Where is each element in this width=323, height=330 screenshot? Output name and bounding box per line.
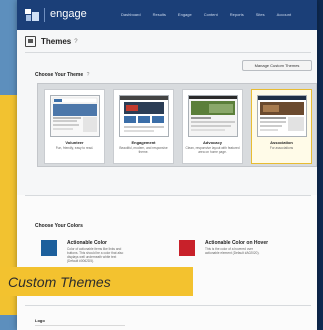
actionable-color-swatch[interactable] [41,240,57,256]
engage-logo-icon[interactable] [25,9,39,21]
nav-item-sites[interactable]: Sites [256,12,265,17]
nav-item-account[interactable]: Account [277,12,291,17]
theme-description: For associations [269,146,294,150]
brand-name[interactable]: engage [50,8,87,20]
main-nav: Dashboard Results Engage Content Reports… [121,12,303,17]
logo-section-title: Logo [35,318,45,323]
theme-card-engagement[interactable]: Engagement Beautiful, modern, and respon… [113,89,174,164]
theme-name: Engagement [131,140,156,145]
theme-card-advocacy[interactable]: Advocacy Clean, responsive layout with f… [182,89,243,164]
logo-section-text [35,325,125,326]
theme-preview-advocacy [188,95,238,137]
theme-preview-engagement [119,95,169,137]
theme-name: Advocacy [203,140,222,145]
logo-divider [44,8,45,22]
theme-gallery: Volunteer Fun, friendly, easy to read. E… [37,83,317,167]
actionable-color-label: Actionable Color [67,240,108,246]
theme-description: Fun, friendly, easy to read. [55,146,94,150]
theme-card-association[interactable]: Association For associations [251,89,312,164]
nav-item-results[interactable]: Results [153,12,166,17]
lower-content [17,195,317,330]
nav-item-dashboard[interactable]: Dashboard [121,12,141,17]
actionable-color-description: Color of actionable items like links and… [67,247,124,263]
top-navigation-bar: engage Dashboard Results Engage Content … [17,0,317,30]
theme-preview-volunteer [50,95,100,137]
theme-preview-association [257,95,307,137]
theme-card-volunteer[interactable]: Volunteer Fun, friendly, easy to read. [44,89,105,164]
manage-custom-themes-button[interactable]: Manage Custom Themes [242,60,312,71]
theme-name: Volunteer [65,140,84,145]
custom-themes-banner: Custom Themes [0,267,193,296]
choose-theme-help-icon[interactable]: ? [87,72,90,78]
header-divider [25,52,311,53]
actionable-hover-color-description: This is the color of a hovered over acti… [205,247,260,255]
nav-item-reports[interactable]: Reports [230,12,244,17]
page-header: Themes ? [25,36,78,47]
nav-item-content[interactable]: Content [204,12,218,17]
banner-text: Custom Themes [8,274,111,290]
actionable-hover-color-label: Actionable Color on Hover [205,240,269,246]
actionable-hover-color-swatch[interactable] [179,240,195,256]
help-icon[interactable]: ? [74,39,77,45]
themes-icon [25,36,36,47]
colors-divider [25,195,311,196]
theme-name: Association [270,140,293,145]
theme-description: Beautiful, modern, and responsive theme. [119,146,168,154]
logo-divider [25,305,311,306]
theme-description: Clean, responsive layout with featured a… [185,146,240,154]
choose-theme-label: Choose Your Theme [35,72,84,78]
choose-theme-title: Choose Your Theme ? [35,72,89,78]
nav-item-engage[interactable]: Engage [178,12,192,17]
page-title: Themes [41,37,72,46]
choose-colors-title: Choose Your Colors [35,223,83,229]
